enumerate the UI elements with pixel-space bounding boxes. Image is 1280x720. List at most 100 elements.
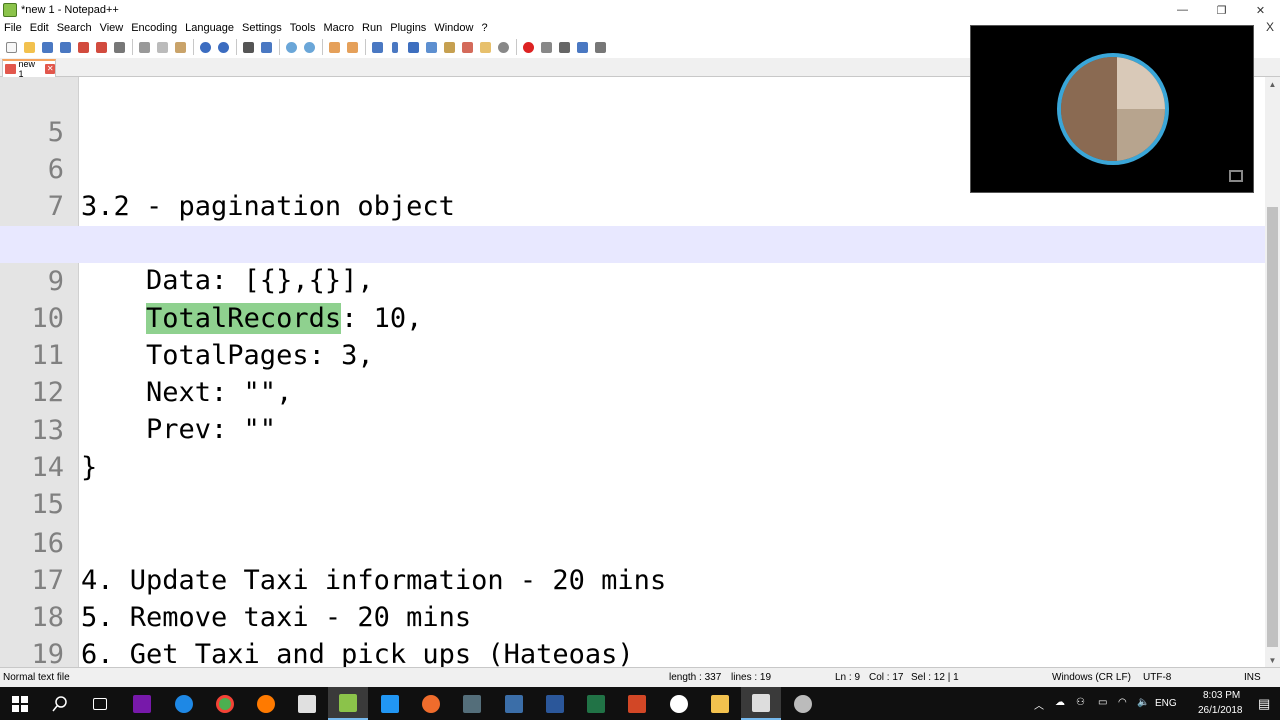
status-mode: INS: [1244, 672, 1261, 683]
undo-icon[interactable]: [197, 39, 213, 55]
stop-macro-icon[interactable]: [538, 39, 554, 55]
postman-icon[interactable]: [411, 687, 451, 720]
monitor-icon[interactable]: [495, 39, 511, 55]
word-wrap-icon[interactable]: [369, 39, 385, 55]
print-icon[interactable]: [111, 39, 127, 55]
status-col: Col : 17: [869, 672, 904, 683]
tab-new-1[interactable]: new 1 ✕: [2, 59, 56, 79]
editor-line: 17 5. Remove taxi - 20 mins: [0, 525, 1265, 633]
open-file-icon[interactable]: [21, 39, 37, 55]
skype-icon[interactable]: [659, 687, 699, 720]
redo-icon[interactable]: [215, 39, 231, 55]
app-s-icon[interactable]: [287, 687, 327, 720]
indent-guide-icon[interactable]: [405, 39, 421, 55]
function-list-icon[interactable]: [459, 39, 475, 55]
replace-icon[interactable]: [258, 39, 274, 55]
window-app-icon[interactable]: [741, 687, 781, 720]
save-icon[interactable]: [39, 39, 55, 55]
windows-taskbar: ︿ ☁ ⚇ ▭ ◠ 🔈 ENG 8:03 PM 26/1/2018 ▤: [0, 687, 1280, 720]
editor-line: 8 Data: [{},{}],: [0, 188, 1265, 296]
line-text[interactable]: 6. Get Taxi and pick ups (Hateoas): [81, 636, 634, 667]
doc-map-icon[interactable]: [441, 39, 457, 55]
clock-date[interactable]: 26/1/2018: [1198, 705, 1243, 716]
editor-line: 18 6. Get Taxi and pick ups (Hateoas): [0, 562, 1265, 667]
notification-icon[interactable]: ▤: [1258, 696, 1270, 712]
menu-edit[interactable]: Edit: [26, 22, 53, 34]
app-tools-icon[interactable]: [452, 687, 492, 720]
save-all-icon[interactable]: [57, 39, 73, 55]
language-icon[interactable]: [423, 39, 439, 55]
wifi-icon[interactable]: ◠: [1118, 697, 1127, 708]
menu-help[interactable]: ?: [477, 22, 491, 34]
volume-icon[interactable]: 🔈: [1137, 697, 1149, 708]
play-macro-icon[interactable]: [556, 39, 572, 55]
menu-encoding[interactable]: Encoding: [127, 22, 181, 34]
menu-settings[interactable]: Settings: [238, 22, 286, 34]
close-icon[interactable]: [75, 39, 91, 55]
tab-label: new 1: [18, 59, 36, 79]
menu-window[interactable]: Window: [430, 22, 477, 34]
restore-button[interactable]: ❐: [1202, 0, 1241, 20]
start-button[interactable]: [0, 687, 40, 720]
menu-view[interactable]: View: [96, 22, 128, 34]
settings-gear-icon[interactable]: [783, 687, 823, 720]
folder-workspace-icon[interactable]: [477, 39, 493, 55]
run-macro-multiple-icon[interactable]: [574, 39, 590, 55]
search-icon[interactable]: [40, 687, 80, 720]
scroll-down-icon[interactable]: ▼: [1265, 653, 1280, 667]
menu-plugins[interactable]: Plugins: [386, 22, 430, 34]
tab-close-icon[interactable]: ✕: [45, 64, 55, 74]
close-all-icon[interactable]: [93, 39, 109, 55]
menu-language[interactable]: Language: [181, 22, 238, 34]
find-icon[interactable]: [240, 39, 256, 55]
restore-window-icon[interactable]: [1229, 170, 1243, 182]
chrome-icon[interactable]: [205, 687, 245, 720]
clock-time[interactable]: 8:03 PM: [1203, 690, 1240, 701]
battery-icon[interactable]: ▭: [1098, 697, 1107, 708]
editor-line: 12 Prev: "": [0, 337, 1265, 445]
new-file-icon[interactable]: [3, 39, 19, 55]
zoom-out-icon[interactable]: [301, 39, 317, 55]
menu-macro[interactable]: Macro: [319, 22, 358, 34]
record-macro-icon[interactable]: [520, 39, 536, 55]
window-title: *new 1 - Notepad++: [21, 4, 119, 16]
toolbar-separator: [193, 39, 194, 55]
close-document-button[interactable]: X: [1266, 20, 1274, 34]
word-icon[interactable]: [535, 687, 575, 720]
chevron-up-icon[interactable]: ︿: [1034, 697, 1044, 712]
minimize-button[interactable]: —: [1163, 0, 1202, 20]
people-icon[interactable]: ⚇: [1076, 697, 1085, 708]
firefox-icon[interactable]: [246, 687, 286, 720]
edge-icon[interactable]: [164, 687, 204, 720]
scroll-up-icon[interactable]: ▲: [1265, 77, 1280, 91]
cut-icon[interactable]: [136, 39, 152, 55]
menu-search[interactable]: Search: [53, 22, 96, 34]
powerpoint-icon[interactable]: [617, 687, 657, 720]
copy-icon[interactable]: [154, 39, 170, 55]
task-view-icon[interactable]: [80, 687, 120, 720]
vertical-scrollbar[interactable]: ▲ ▼: [1265, 77, 1280, 667]
sql-server-icon[interactable]: [494, 687, 534, 720]
status-length: length : 337: [669, 672, 722, 683]
menu-file[interactable]: File: [0, 22, 26, 34]
close-button[interactable]: ✕: [1241, 0, 1280, 20]
menu-run[interactable]: Run: [358, 22, 386, 34]
zoom-in-icon[interactable]: [283, 39, 299, 55]
menu-tools[interactable]: Tools: [286, 22, 320, 34]
vscode-icon[interactable]: [370, 687, 410, 720]
save-macro-icon[interactable]: [592, 39, 608, 55]
excel-icon[interactable]: [576, 687, 616, 720]
language-indicator[interactable]: ENG: [1155, 698, 1177, 709]
notepad-plus-plus-taskbar-icon[interactable]: [328, 687, 368, 720]
scrollbar-thumb[interactable]: [1267, 207, 1278, 647]
toolbar-separator: [322, 39, 323, 55]
onedrive-icon[interactable]: ☁: [1055, 697, 1065, 708]
sync-vertical-icon[interactable]: [326, 39, 342, 55]
paste-icon[interactable]: [172, 39, 188, 55]
status-encoding: UTF-8: [1143, 672, 1172, 683]
webcam-avatar: [1057, 53, 1169, 165]
file-explorer-icon[interactable]: [700, 687, 740, 720]
onenote-icon[interactable]: [122, 687, 162, 720]
show-all-characters-icon[interactable]: [387, 39, 403, 55]
sync-horizontal-icon[interactable]: [344, 39, 360, 55]
